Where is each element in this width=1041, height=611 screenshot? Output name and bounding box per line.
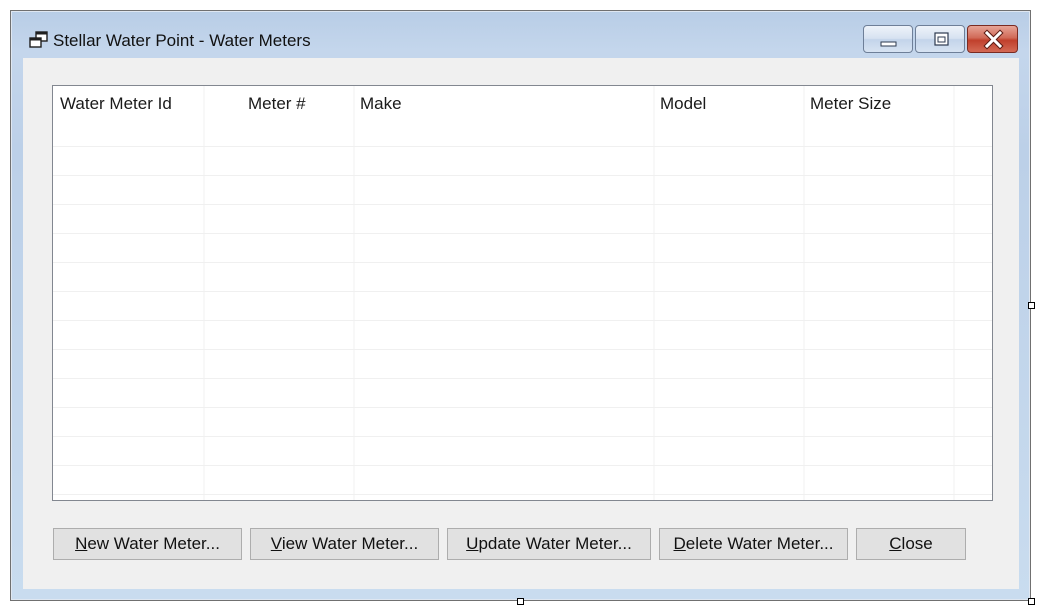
resize-handle-bottom-right[interactable] bbox=[1028, 598, 1035, 605]
close-window-button[interactable] bbox=[967, 25, 1018, 53]
column-header-meter-size[interactable]: Meter Size bbox=[810, 94, 891, 114]
view-water-meter-button[interactable]: View Water Meter... bbox=[250, 528, 439, 560]
close-button[interactable]: Close bbox=[856, 528, 966, 560]
resize-handle-bottom[interactable] bbox=[517, 598, 524, 605]
maximize-icon bbox=[934, 32, 949, 46]
new-water-meter-button[interactable]: New Water Meter... bbox=[53, 528, 242, 560]
close-icon bbox=[983, 29, 1004, 50]
minimize-button[interactable] bbox=[863, 25, 913, 53]
maximize-button[interactable] bbox=[915, 25, 965, 53]
title-bar[interactable]: Stellar Water Point - Water Meters bbox=[11, 11, 1030, 59]
column-header-model[interactable]: Model bbox=[660, 94, 706, 114]
delete-water-meter-button[interactable]: Delete Water Meter... bbox=[659, 528, 848, 560]
column-header-meter-number[interactable]: Meter # bbox=[248, 94, 306, 114]
column-header-make[interactable]: Make bbox=[360, 94, 402, 114]
water-meters-list-view[interactable]: Water Meter Id Meter # Make Model Meter … bbox=[52, 85, 993, 501]
window-title: Stellar Water Point - Water Meters bbox=[53, 31, 311, 50]
column-header-water-meter-id[interactable]: Water Meter Id bbox=[60, 94, 172, 114]
form-client-area: Water Meter Id Meter # Make Model Meter … bbox=[23, 58, 1019, 589]
grid-lines bbox=[53, 86, 992, 500]
form-window[interactable]: Stellar Water Point - Water Meters Water… bbox=[10, 10, 1031, 601]
update-water-meter-button[interactable]: Update Water Meter... bbox=[447, 528, 651, 560]
app-icon bbox=[29, 31, 49, 49]
minimize-icon bbox=[880, 41, 897, 47]
resize-handle-right[interactable] bbox=[1028, 302, 1035, 309]
